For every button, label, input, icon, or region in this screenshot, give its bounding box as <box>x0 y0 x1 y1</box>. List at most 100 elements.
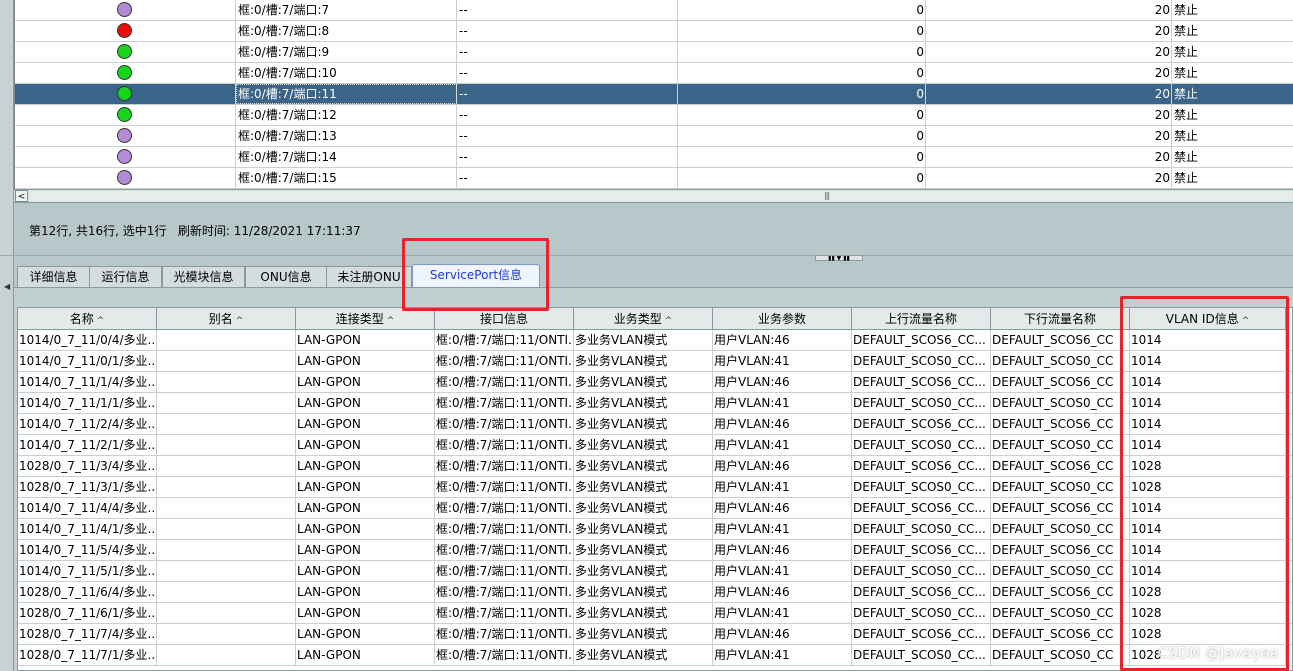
num-cell: 0 <box>678 126 926 146</box>
service-row[interactable]: 1028/0_7_11/6/4/多业... LAN-GPON 框:0/槽:7/端口:… <box>18 582 1292 603</box>
column-header-3[interactable]: 接口信息 <box>435 308 574 330</box>
sort-asc-icon: ^ <box>664 316 673 326</box>
service-cell-2: LAN-GPON <box>296 519 435 539</box>
service-cell-2: LAN-GPON <box>296 477 435 497</box>
column-header-label: 名称 <box>69 312 94 326</box>
column-header-label: 别名 <box>208 312 233 326</box>
port-row[interactable]: 框:0/槽:7/端口:13 -- 0 20 禁止 <box>15 126 1293 147</box>
num2-cell: 20 <box>926 126 1172 146</box>
service-row[interactable]: 1014/0_7_11/1/4/多业... LAN-GPON 框:0/槽:7/端口:… <box>18 372 1292 393</box>
service-cell-7: DEFAULT_SCOS6_CC <box>991 624 1130 644</box>
service-cell-4: 多业务VLAN模式 <box>574 456 713 476</box>
service-row[interactable]: 1028/0_7_11/3/4/多业... LAN-GPON 框:0/槽:7/端口:… <box>18 456 1292 477</box>
pane-splitter[interactable]: ▮▮ ▼ ▮▮ <box>0 255 1293 262</box>
service-cell-2: LAN-GPON <box>296 561 435 581</box>
service-cell-3: 框:0/槽:7/端口:11/ONTI... <box>435 624 574 644</box>
port-row[interactable]: 框:0/槽:7/端口:8 -- 0 20 禁止 <box>15 21 1293 42</box>
tab-0[interactable]: 详细信息 <box>17 266 90 287</box>
tab-2[interactable]: 光模块信息 <box>162 266 245 287</box>
tab-4[interactable]: 未注册ONU <box>326 266 412 287</box>
service-cell-0: 1028/0_7_11/3/4/多业... <box>18 456 157 476</box>
service-cell-1 <box>157 435 296 455</box>
service-cell-1 <box>157 519 296 539</box>
service-cell-7: DEFAULT_SCOS6_CC <box>991 330 1130 350</box>
column-header-7[interactable]: 下行流量名称 <box>991 308 1130 330</box>
service-cell-4: 多业务VLAN模式 <box>574 645 713 665</box>
tab-1[interactable]: 运行信息 <box>89 266 162 287</box>
port-cell: 框:0/槽:7/端口:11 <box>236 84 457 104</box>
service-cell-5: 用户VLAN:46 <box>713 624 852 644</box>
num2-cell: 20 <box>926 21 1172 41</box>
service-cell-2: LAN-GPON <box>296 645 435 665</box>
service-row[interactable]: 1014/0_7_11/0/1/多业... LAN-GPON 框:0/槽:7/端口:… <box>18 351 1292 372</box>
service-cell-5: 用户VLAN:46 <box>713 372 852 392</box>
service-row[interactable]: 1014/0_7_11/4/4/多业... LAN-GPON 框:0/槽:7/端口:… <box>18 498 1292 519</box>
service-cell-2: LAN-GPON <box>296 624 435 644</box>
port-row[interactable]: 框:0/槽:7/端口:10 -- 0 20 禁止 <box>15 63 1293 84</box>
service-cell-6: DEFAULT_SCOS6_CC... <box>852 372 991 392</box>
collapse-arrow-icon[interactable]: ◀ <box>4 282 10 291</box>
column-header-5[interactable]: 业务参数 <box>713 308 852 330</box>
splitter-toggle-icon[interactable]: ▮▮ ▼ ▮▮ <box>815 255 863 262</box>
service-cell-3: 框:0/槽:7/端口:11/ONTI... <box>435 498 574 518</box>
column-header-4[interactable]: 业务类型 ^ <box>574 308 713 330</box>
service-cell-7: DEFAULT_SCOS6_CC <box>991 414 1130 434</box>
service-cell-3: 框:0/槽:7/端口:11/ONTI... <box>435 603 574 623</box>
service-cell-3: 框:0/槽:7/端口:11/ONTI... <box>435 456 574 476</box>
column-header-2[interactable]: 连接类型 ^ <box>296 308 435 330</box>
service-cell-7: DEFAULT_SCOS0_CC <box>991 519 1130 539</box>
service-row[interactable]: 1014/0_7_11/5/4/多业... LAN-GPON 框:0/槽:7/端口:… <box>18 540 1292 561</box>
service-cell-0: 1014/0_7_11/5/1/多业... <box>18 561 157 581</box>
port-cell: 框:0/槽:7/端口:13 <box>236 126 457 146</box>
service-cell-4: 多业务VLAN模式 <box>574 540 713 560</box>
port-row[interactable]: 框:0/槽:7/端口:9 -- 0 20 禁止 <box>15 42 1293 63</box>
service-cell-0: 1028/0_7_11/6/4/多业... <box>18 582 157 602</box>
port-row[interactable]: 框:0/槽:7/端口:12 -- 0 20 禁止 <box>15 105 1293 126</box>
service-row[interactable]: 1028/0_7_11/7/1/多业... LAN-GPON 框:0/槽:7/端口:… <box>18 645 1292 666</box>
column-header-6[interactable]: 上行流量名称 <box>852 308 991 330</box>
service-row[interactable]: 1014/0_7_11/2/1/多业... LAN-GPON 框:0/槽:7/端口:… <box>18 435 1292 456</box>
status-dot-icon <box>117 23 132 38</box>
num2-cell: 20 <box>926 63 1172 83</box>
service-row[interactable]: 1014/0_7_11/1/1/多业... LAN-GPON 框:0/槽:7/端口:… <box>18 393 1292 414</box>
status-cell <box>15 42 236 62</box>
refresh-label: 刷新时间: <box>177 224 230 238</box>
service-cell-1 <box>157 414 296 434</box>
horizontal-scrollbar[interactable]: < ||| <box>14 189 1293 203</box>
service-cell-4: 多业务VLAN模式 <box>574 477 713 497</box>
service-cell-0: 1014/0_7_11/1/4/多业... <box>18 372 157 392</box>
status-cell <box>15 105 236 125</box>
service-row[interactable]: 1014/0_7_11/2/4/多业... LAN-GPON 框:0/槽:7/端口:… <box>18 414 1292 435</box>
service-cell-7: DEFAULT_SCOS0_CC <box>991 603 1130 623</box>
highlight-box-tab <box>402 238 549 311</box>
port-table: 框:0/槽:7/端口:7 -- 0 20 禁止 框:0/槽:7/端口:8 -- 0 20 禁止 框:… <box>14 0 1293 189</box>
num-cell: 0 <box>678 0 926 20</box>
service-row[interactable]: 1028/0_7_11/6/1/多业... LAN-GPON 框:0/槽:7/端口:… <box>18 603 1292 624</box>
service-cell-1 <box>157 603 296 623</box>
column-header-0[interactable]: 名称 ^ <box>18 308 157 330</box>
port-row[interactable]: 框:0/槽:7/端口:7 -- 0 20 禁止 <box>15 0 1293 21</box>
port-row[interactable]: 框:0/槽:7/端口:11 -- 0 20 禁止 <box>15 84 1293 105</box>
column-header-1[interactable]: 别名 ^ <box>157 308 296 330</box>
service-row[interactable]: 1028/0_7_11/7/4/多业... LAN-GPON 框:0/槽:7/端口:… <box>18 624 1292 645</box>
service-cell-4: 多业务VLAN模式 <box>574 561 713 581</box>
port-cell: 框:0/槽:7/端口:12 <box>236 105 457 125</box>
service-row[interactable]: 1014/0_7_11/5/1/多业... LAN-GPON 框:0/槽:7/端口:… <box>18 561 1292 582</box>
num-cell: 0 <box>678 42 926 62</box>
status-dot-icon <box>117 170 132 185</box>
service-cell-1 <box>157 645 296 665</box>
port-row[interactable]: 框:0/槽:7/端口:15 -- 0 20 禁止 <box>15 168 1293 189</box>
service-cell-3: 框:0/槽:7/端口:11/ONTI... <box>435 561 574 581</box>
service-cell-6: DEFAULT_SCOS0_CC... <box>852 435 991 455</box>
desc-cell: -- <box>457 21 678 41</box>
service-row[interactable]: 1028/0_7_11/3/1/多业... LAN-GPON 框:0/槽:7/端口:… <box>18 477 1292 498</box>
service-cell-4: 多业务VLAN模式 <box>574 582 713 602</box>
service-cell-1 <box>157 330 296 350</box>
port-row[interactable]: 框:0/槽:7/端口:14 -- 0 20 禁止 <box>15 147 1293 168</box>
scroll-left-icon[interactable]: < <box>15 190 28 202</box>
service-cell-2: LAN-GPON <box>296 603 435 623</box>
tab-3[interactable]: ONU信息 <box>245 266 327 287</box>
service-row[interactable]: 1014/0_7_11/0/4/多业... LAN-GPON 框:0/槽:7/端口:… <box>18 330 1292 351</box>
service-row[interactable]: 1014/0_7_11/4/1/多业... LAN-GPON 框:0/槽:7/端口:… <box>18 519 1292 540</box>
scroll-thumb[interactable] <box>30 191 1292 201</box>
